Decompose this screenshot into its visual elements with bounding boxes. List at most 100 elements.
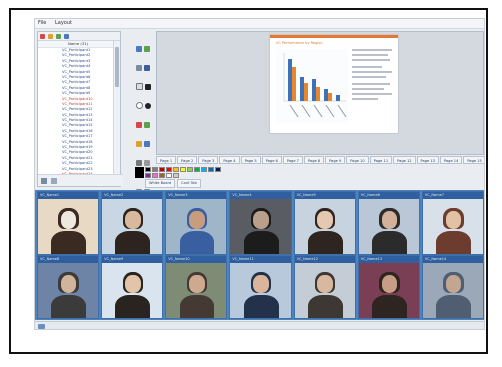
person-icon[interactable] bbox=[48, 33, 53, 39]
video-grid: VC_Name1 VC_Name2 VC_Name3 VC_Name4 VC_Name5… bbox=[35, 190, 484, 320]
highlighter-tool-icon[interactable] bbox=[136, 122, 142, 128]
menu-file[interactable]: File bbox=[38, 20, 46, 26]
participant-list-header[interactable]: Name (31) bbox=[38, 41, 113, 48]
shared-content-canvas[interactable]: VC Performance by Region bbox=[156, 31, 484, 155]
slide-title: VC Performance by Region bbox=[276, 41, 323, 45]
color-swatch[interactable] bbox=[208, 167, 214, 172]
chart-bar bbox=[288, 59, 292, 101]
participant-toolbar bbox=[38, 32, 120, 41]
color-swatch[interactable] bbox=[173, 173, 179, 178]
select-tool-icon[interactable] bbox=[136, 46, 142, 52]
video-tile[interactable]: VC_Name4 bbox=[229, 191, 292, 255]
video-tile[interactable]: VC_Name10 bbox=[165, 255, 228, 319]
arrow-tool-icon[interactable] bbox=[144, 65, 150, 71]
video-tile[interactable]: VC_Name12 bbox=[293, 255, 356, 319]
color-swatch[interactable] bbox=[152, 167, 158, 172]
ellipse-tool-icon[interactable] bbox=[136, 102, 143, 109]
edit-icon[interactable] bbox=[64, 33, 69, 39]
redo-tool-icon[interactable] bbox=[144, 160, 150, 166]
slide-chart bbox=[276, 49, 348, 123]
color-swatch[interactable] bbox=[145, 173, 151, 178]
person-body bbox=[436, 294, 471, 318]
tab-page-7[interactable]: Page 7 bbox=[282, 156, 303, 164]
video-tile-label: VC_Name13 bbox=[358, 256, 419, 263]
video-feed bbox=[294, 199, 355, 254]
person-face bbox=[317, 275, 334, 293]
color-swatch[interactable] bbox=[201, 167, 207, 172]
video-tile[interactable]: VC_Name1 bbox=[37, 191, 100, 255]
image-tool-icon[interactable] bbox=[144, 141, 150, 147]
rectangle-tool-icon[interactable] bbox=[136, 83, 143, 90]
video-feed bbox=[38, 199, 99, 254]
tab-page-8[interactable]: Page 8 bbox=[303, 156, 325, 164]
video-tile-label: VC_Name4 bbox=[230, 192, 291, 199]
color-swatch[interactable] bbox=[152, 173, 158, 178]
menu-layout[interactable]: Layout bbox=[55, 20, 72, 26]
video-tile[interactable]: VC_Name13 bbox=[357, 255, 420, 319]
filled-rect-tool-icon[interactable] bbox=[145, 84, 151, 90]
text-tool-icon[interactable] bbox=[144, 122, 150, 128]
video-tile[interactable]: VC_Name11 bbox=[229, 255, 292, 319]
person-body bbox=[371, 230, 407, 254]
color-swatch[interactable] bbox=[180, 167, 186, 172]
video-tile[interactable]: VC_Name9 bbox=[101, 255, 164, 319]
person-face bbox=[381, 275, 398, 293]
tab-page-3[interactable]: Page 3 bbox=[198, 156, 219, 164]
tab-page-14[interactable]: Page 14 bbox=[439, 156, 463, 164]
line-tool-icon[interactable] bbox=[136, 65, 142, 71]
person-body bbox=[179, 294, 215, 318]
eraser-tool-icon[interactable] bbox=[136, 141, 142, 147]
color-swatch[interactable] bbox=[187, 167, 193, 172]
tab-page-11[interactable]: Page 11 bbox=[369, 156, 393, 164]
color-swatch[interactable] bbox=[145, 167, 151, 172]
person-body bbox=[51, 230, 87, 254]
video-tile-label: VC_Name14 bbox=[422, 256, 483, 263]
color-swatch[interactable] bbox=[194, 167, 200, 172]
person-face bbox=[253, 211, 269, 229]
tab-page-15[interactable]: Page 15 bbox=[463, 156, 484, 164]
video-tile[interactable]: VC_Name3 bbox=[165, 191, 228, 255]
participant-scrollbar[interactable] bbox=[113, 41, 120, 174]
color-swatch[interactable] bbox=[159, 173, 165, 178]
layout-icon[interactable] bbox=[38, 324, 45, 329]
tab-page-1[interactable]: Page 1 bbox=[156, 156, 177, 164]
remove-icon[interactable] bbox=[40, 33, 45, 39]
scrollbar-thumb[interactable] bbox=[115, 47, 119, 87]
tab-page-2[interactable]: Page 2 bbox=[177, 156, 198, 164]
person-body bbox=[115, 294, 151, 318]
undo-tool-icon[interactable] bbox=[136, 160, 142, 166]
video-tile[interactable]: VC_Name5 bbox=[293, 191, 356, 255]
tab-page-4[interactable]: Page 4 bbox=[219, 156, 240, 164]
color-swatch[interactable] bbox=[215, 167, 221, 172]
video-tile[interactable]: VC_Name14 bbox=[421, 255, 484, 319]
pen-tool-icon[interactable] bbox=[144, 46, 150, 52]
chart-bar bbox=[312, 79, 316, 101]
settings-icon[interactable] bbox=[41, 177, 47, 184]
video-feed bbox=[102, 263, 163, 318]
color-swatch[interactable] bbox=[159, 167, 165, 172]
person-face bbox=[253, 275, 269, 293]
color-swatch[interactable] bbox=[173, 167, 179, 172]
video-feed bbox=[422, 199, 483, 254]
tab-page-9[interactable]: Page 9 bbox=[325, 156, 346, 164]
tab-white-board[interactable]: White Board bbox=[145, 179, 176, 188]
color-swatch[interactable] bbox=[166, 167, 172, 172]
video-tile[interactable]: VC_Name6 bbox=[357, 191, 420, 255]
tab-content[interactable]: Cont Tab bbox=[177, 179, 201, 188]
person-face bbox=[124, 211, 141, 229]
list-icon[interactable] bbox=[51, 177, 57, 184]
color-swatch[interactable] bbox=[166, 173, 172, 178]
add-icon[interactable] bbox=[56, 33, 61, 39]
chart-bar bbox=[304, 83, 308, 101]
tab-page-12[interactable]: Page 12 bbox=[393, 156, 416, 164]
video-tile[interactable]: VC_Name7 bbox=[421, 191, 484, 255]
video-tile[interactable]: VC_Name2 bbox=[101, 191, 164, 255]
video-tile-label: VC_Name3 bbox=[166, 192, 227, 199]
tab-page-5[interactable]: Page 5 bbox=[240, 156, 261, 164]
tab-page-13[interactable]: Page 13 bbox=[416, 156, 439, 164]
tab-page-10[interactable]: Page 10 bbox=[346, 156, 369, 164]
video-tile[interactable]: VC_Name8 bbox=[37, 255, 100, 319]
current-color-swatch[interactable] bbox=[135, 167, 144, 178]
filled-ellipse-tool-icon[interactable] bbox=[145, 103, 151, 109]
tab-page-6[interactable]: Page 6 bbox=[261, 156, 282, 164]
